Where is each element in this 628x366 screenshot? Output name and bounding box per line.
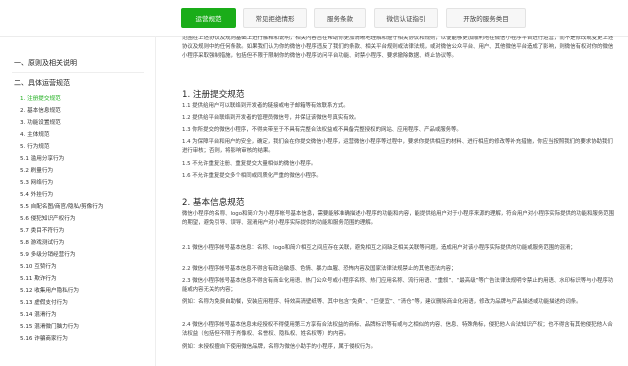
- top-navigation: 运营规范 常见拒绝情形 服务条款 微信认证指引 开放的服务类目: [0, 0, 628, 37]
- sidebar-item-feature-settings[interactable]: 3. 功能设置规范: [20, 118, 61, 126]
- sidebar-item-5-3[interactable]: 5.3 网络行为: [20, 178, 53, 186]
- section-title-registration: 1. 注册提交规范: [182, 90, 245, 100]
- tab-certification-guide[interactable]: 微信认证指引: [374, 8, 438, 28]
- sidebar-item-5-5[interactable]: 5.5 自配名图/商官/隐私/剪像行为: [20, 202, 103, 210]
- sidebar-item-5-11[interactable]: 5.11 欺诈行为: [20, 274, 57, 282]
- sidebar-item-5-7[interactable]: 5.7 类目不符行为: [20, 226, 64, 234]
- sidebar-item-5-6[interactable]: 5.6 侵犯知识产权行为: [20, 214, 75, 222]
- sidebar-item-5-10[interactable]: 5.10 互赞行为: [20, 262, 57, 270]
- main-content: 范围在上述协议及规则基础上进行解释和说明，相关内容旨在帮助你更加清晰地理解和遵守…: [166, 36, 616, 366]
- sidebar-item-5-16[interactable]: 5.16 诈骗商家行为: [20, 334, 68, 342]
- sidebar-section-rules[interactable]: 二、具体运营规范: [14, 78, 70, 88]
- list-item: 例如：未授权擅自下使用微信品牌，名称为微信小助手的小程序，属于侵权行为。: [182, 344, 377, 350]
- sidebar-item-5-14[interactable]: 5.14 混淆行为: [20, 310, 57, 318]
- tab-common-rejections[interactable]: 常见拒绝情形: [243, 8, 307, 28]
- sidebar-nav: 一、原则及相关说明 二、具体运营规范 1. 注册提交规范 2. 基本信息规范 3…: [0, 44, 150, 366]
- list-item: 例如：名称为免费自助餐，安装应用程序、特效高清壁纸等、其中包含“免费”、“巨便宜…: [182, 299, 582, 305]
- list-item: 1.2 提供给平台联络到开发者的管理员微信号，并保证该微信号真实有效。: [182, 115, 360, 121]
- list-item: 2.3 微信小程序帐号基本信息不得含有商业化用语、热门公众号或小程序名称、热门应…: [182, 278, 614, 293]
- list-item: 2.1 微信小程序帐号基本信息：名称、logo和简介相互之间应存在关联，避免相互…: [182, 245, 576, 251]
- sidebar-item-basic-info[interactable]: 2. 基本信息规范: [20, 106, 61, 114]
- sidebar-item-5-2[interactable]: 5.2 刷量行为: [20, 166, 53, 174]
- list-item: 1.4 为保障平台和用户的安全，确定，我们会在你提交微信小程序，运营微信小程序等…: [182, 139, 613, 154]
- intro-paragraph: 范围在上述协议及规则基础上进行解释和说明，相关内容旨在帮助你更加清晰地理解和遵守…: [182, 36, 614, 59]
- sidebar-item-behavior[interactable]: 5. 行为规范: [20, 142, 50, 150]
- list-item: 1.5 不允许重复注册、重复提交大量相似的微信小程序。: [182, 161, 317, 167]
- list-item: 2.4 微信小程序帐号基本信息未经授权不得使用第三方享有合法权益的商标、品牌标识…: [182, 322, 613, 337]
- sidebar-section-principles[interactable]: 一、原则及相关说明: [14, 58, 77, 68]
- tab-terms-of-service[interactable]: 服务条款: [314, 8, 366, 28]
- section-title-basic-info: 2. 基本信息规范: [182, 198, 245, 208]
- sidebar-item-5-9[interactable]: 5.9 多级分销经营行为: [20, 250, 75, 258]
- sidebar-item-5-8[interactable]: 5.8 游戏测试行为: [20, 238, 64, 246]
- section-intro-paragraph: 微信小程序的名称、logo和简介为小程序帐号基本信息，需要能够准确描述小程序的功…: [182, 211, 614, 226]
- sidebar-item-5-12[interactable]: 5.12 收集用户隐私行为: [20, 286, 79, 294]
- sidebar-divider: [12, 72, 144, 73]
- list-item: 1.3 你所提交的微信小程序，不得夹带至于不具有完整合法权益或不具备完整授权的网…: [182, 127, 462, 133]
- sidebar-item-5-15[interactable]: 5.15 混淆微门脑力行为: [20, 322, 79, 330]
- sidebar-item-registration[interactable]: 1. 注册提交规范: [20, 94, 61, 102]
- tab-service-categories[interactable]: 开放的服务类目: [446, 8, 526, 28]
- list-item: 2.2 微信小程序帐号基本信息不得含有政治敏感、色情、暴力血腥、恐怖内容及国家法…: [182, 266, 457, 272]
- sidebar-item-5-4[interactable]: 5.4 外挂行为: [20, 190, 53, 198]
- sidebar-divider-vertical: [155, 36, 156, 366]
- sidebar-item-5-13[interactable]: 5.13 虚假支付行为: [20, 298, 68, 306]
- list-item: 1.6 不允许重复提交多个相同或同质化严重的微信小程序。: [182, 173, 322, 179]
- tab-operation-rules[interactable]: 运营规范: [181, 8, 236, 28]
- sidebar-item-entity[interactable]: 4. 主体规范: [20, 130, 50, 138]
- list-item: 1.1 提供给用户可以联络到开发者的链接或电子邮箱等有效联系方式。: [182, 103, 349, 109]
- sidebar-item-5-1[interactable]: 5.1 滥用分享行为: [20, 154, 64, 162]
